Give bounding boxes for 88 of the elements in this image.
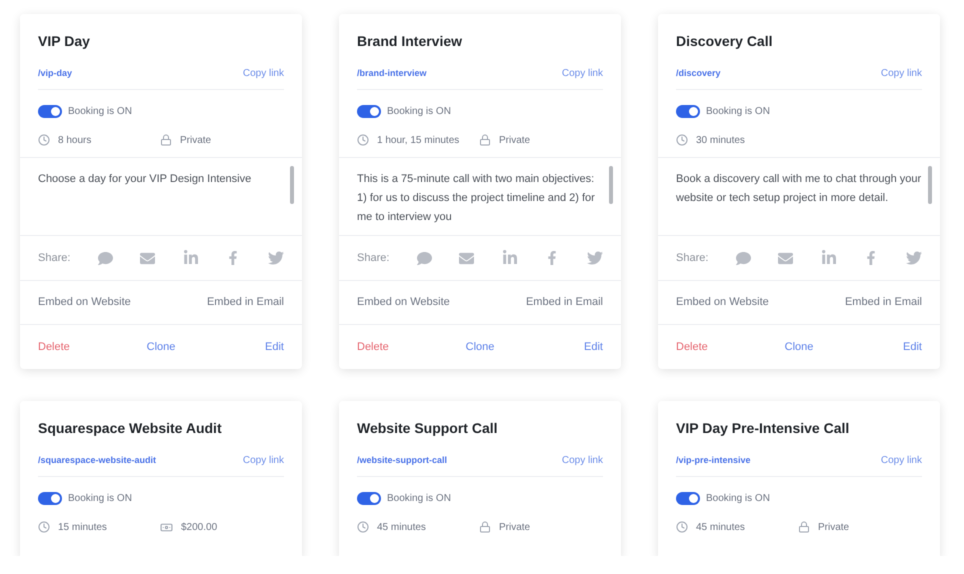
card-title: Squarespace Website Audit (38, 419, 223, 438)
clone-link[interactable]: Clone (146, 338, 176, 356)
embed-link[interactable]: Embed on Website (357, 294, 450, 311)
scrollbar-thumb (290, 166, 294, 204)
share-label: Share: (38, 250, 70, 266)
lock-icon (798, 521, 810, 533)
chat-bubble-icon[interactable] (736, 250, 751, 266)
envelope-icon[interactable] (459, 250, 474, 266)
lock-icon (479, 521, 491, 533)
toggle-switch[interactable] (357, 492, 381, 505)
edit-link[interactable]: Edit (584, 338, 603, 356)
toggle-switch[interactable] (38, 105, 62, 118)
linkedin-icon[interactable] (182, 250, 199, 266)
detail-text: 8 hours (58, 134, 92, 148)
slug-link[interactable]: /vip-pre-intensive (676, 454, 751, 468)
toggle-switch[interactable] (38, 492, 62, 505)
description-text: Choose a day for your VIP Design Intensive (38, 172, 252, 187)
clock-icon (676, 521, 688, 533)
banknote-icon (160, 520, 173, 534)
card-title: Discovery Call (676, 32, 774, 51)
delete-link[interactable]: Delete (38, 338, 70, 356)
envelope-icon[interactable] (778, 250, 794, 266)
slug-link[interactable]: /website-support-call (357, 454, 448, 468)
booking-status: Booking is ON (68, 492, 132, 506)
clone-link[interactable]: Clone (784, 338, 814, 356)
booking-status: Booking is ON (706, 105, 770, 119)
copy-link[interactable]: Copy link (880, 453, 922, 468)
detail-text: 15 minutes (58, 520, 107, 534)
slug-link[interactable]: /vip-day (38, 66, 72, 80)
delete-link[interactable]: Delete (676, 338, 708, 356)
booking-status: Booking is ON (387, 492, 451, 506)
copy-link[interactable]: Copy link (242, 453, 284, 468)
clock-icon (38, 134, 50, 146)
edit-link[interactable]: Edit (903, 338, 922, 356)
twitter-icon[interactable] (268, 250, 284, 266)
clone-link[interactable]: Clone (466, 338, 494, 356)
copy-link[interactable]: Copy link (562, 66, 603, 81)
envelope-icon[interactable] (140, 250, 156, 266)
chat-bubble-icon[interactable] (416, 250, 432, 266)
embed-link[interactable]: Embed on Website (38, 294, 131, 311)
delete-link[interactable]: Delete (357, 338, 389, 356)
detail-text: Private (818, 520, 850, 534)
card-title: VIP Day Pre-Intensive Call (676, 419, 850, 438)
booking-status: Booking is ON (706, 492, 770, 506)
embed-link[interactable]: Embed in Email (206, 294, 284, 311)
copy-link[interactable]: Copy link (880, 66, 922, 81)
share-label: Share: (676, 250, 708, 266)
twitter-icon[interactable] (906, 250, 922, 266)
toggle-switch[interactable] (357, 105, 381, 118)
embed-link[interactable]: Embed in Email (526, 294, 603, 311)
share-label: Share: (357, 250, 390, 266)
detail-text: 45 minutes (696, 520, 745, 534)
embed-link[interactable]: Embed in Email (844, 294, 922, 311)
slug-link[interactable]: /squarespace-website-audit (38, 454, 156, 468)
copy-link[interactable]: Copy link (242, 66, 284, 81)
edit-link[interactable]: Edit (265, 338, 284, 356)
detail-text: 45 minutes (377, 520, 426, 534)
slug-link[interactable]: /brand-interview (357, 66, 427, 80)
detail-text: Private (180, 134, 212, 148)
scrollbar-thumb (609, 166, 613, 204)
linkedin-icon[interactable] (820, 250, 837, 266)
slug-link[interactable]: /discovery (676, 66, 721, 80)
card-title: VIP Day (38, 32, 91, 51)
toggle-switch[interactable] (676, 105, 700, 118)
chat-bubble-icon[interactable] (98, 250, 113, 266)
detail-text: Private (499, 134, 530, 148)
description-text: This is a 75-minute call with two main objectives: 1) for us to discuss the project timeline and 2) for me to interview you (357, 172, 596, 225)
toggle-switch[interactable] (676, 492, 700, 505)
clock-icon (676, 134, 688, 146)
lock-icon (160, 134, 172, 146)
booking-status: Booking is ON (68, 105, 132, 119)
twitter-icon[interactable] (587, 250, 603, 266)
description-text: Book a discovery call with me to chat through your website or tech setup project in more detail. (676, 172, 922, 206)
scrollbar-thumb (928, 166, 932, 204)
detail-text: $200.00 (181, 520, 218, 534)
clock-icon (357, 521, 369, 533)
detail-text: 1 hour, 15 minutes (377, 134, 460, 148)
copy-link[interactable]: Copy link (562, 453, 603, 468)
card-title: Brand Interview (357, 32, 464, 51)
detail-text: 30 minutes (696, 134, 745, 148)
detail-text: Private (499, 520, 530, 534)
linkedin-icon[interactable] (502, 250, 518, 266)
embed-link[interactable]: Embed on Website (676, 294, 769, 311)
lock-icon (479, 134, 491, 146)
booking-status: Booking is ON (387, 105, 451, 119)
clock-icon (357, 134, 369, 146)
clock-icon (38, 521, 50, 533)
card-title: Website Support Call (357, 419, 499, 438)
